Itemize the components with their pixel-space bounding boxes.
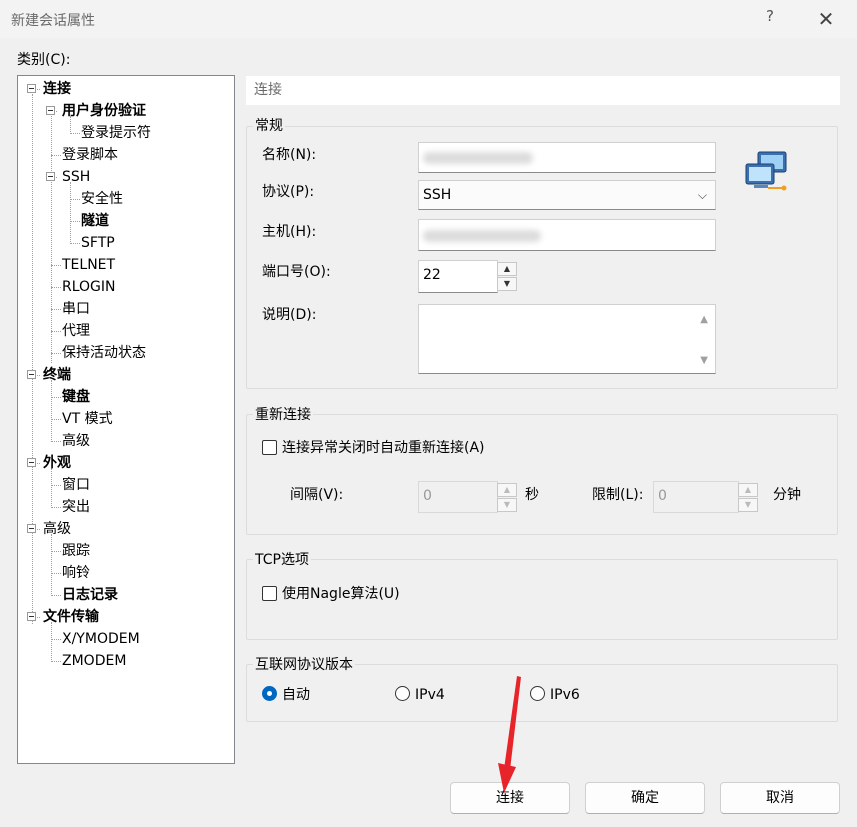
limit-label: 限制(L): xyxy=(592,487,644,503)
ok-button[interactable]: 确定 xyxy=(585,782,705,814)
spin-up-icon[interactable]: ▲ xyxy=(497,483,517,497)
spin-down-icon[interactable]: ▼ xyxy=(497,277,517,291)
scroll-up-icon[interactable]: ▲ xyxy=(700,306,708,334)
window-title: 新建会话属性 xyxy=(11,13,95,29)
tree-item-trace[interactable]: 跟踪 xyxy=(62,541,90,561)
scroll-down-icon[interactable]: ▼ xyxy=(700,347,708,375)
tree-item-bell[interactable]: 响铃 xyxy=(62,563,90,583)
radio-ipv6[interactable] xyxy=(530,686,545,701)
tree-item-window[interactable]: 窗口 xyxy=(62,475,90,495)
description-field[interactable]: ▲ ▼ xyxy=(418,304,716,374)
tree-item-telnet[interactable]: TELNET xyxy=(62,255,115,275)
collapse-icon[interactable] xyxy=(27,370,36,379)
interval-field[interactable]: 0 xyxy=(418,481,498,513)
tree-item-zmodem[interactable]: ZMODEM xyxy=(62,651,126,671)
help-button[interactable]: ? xyxy=(760,7,780,31)
close-button[interactable]: ✕ xyxy=(806,6,846,32)
cancel-button[interactable]: 取消 xyxy=(720,782,840,814)
section-header: 连接 xyxy=(246,76,840,105)
port-label: 端口号(O): xyxy=(262,264,331,280)
ipver-group-title: 互联网协议版本 xyxy=(253,656,355,674)
interval-unit: 秒 xyxy=(525,487,539,503)
spin-up-icon[interactable]: ▲ xyxy=(497,262,517,276)
collapse-icon[interactable] xyxy=(27,84,36,93)
tree-item-keyboard[interactable]: 键盘 xyxy=(62,387,90,407)
radio-auto[interactable] xyxy=(262,686,277,701)
tree-item-vt-mode[interactable]: VT 模式 xyxy=(62,409,113,429)
tree-item-xymodem[interactable]: X/YMODEM xyxy=(62,629,140,649)
tree-item-serial[interactable]: 串口 xyxy=(62,299,90,319)
tcp-group-title: TCP选项 xyxy=(253,551,311,569)
category-label: 类别(C): xyxy=(17,52,71,68)
protocol-value: SSH xyxy=(423,187,452,203)
tree-item-proxy[interactable]: 代理 xyxy=(62,321,90,341)
host-label: 主机(H): xyxy=(262,224,317,240)
redacted-text xyxy=(423,152,533,164)
radio-ipv4-label[interactable]: IPv4 xyxy=(415,686,445,704)
title-bar: 新建会话属性 ? ✕ xyxy=(0,0,857,38)
tree-item-file-transfer[interactable]: 文件传输 xyxy=(43,607,99,627)
tree-item-connection[interactable]: 连接 xyxy=(43,79,71,99)
tree-item-sftp[interactable]: SFTP xyxy=(81,233,115,253)
tree-item-keepalive[interactable]: 保持活动状态 xyxy=(62,343,146,363)
reconnect-group xyxy=(246,414,838,535)
protocol-label: 协议(P): xyxy=(262,184,315,200)
session-icon xyxy=(744,150,790,192)
radio-ipv6-label[interactable]: IPv6 xyxy=(550,686,580,704)
interval-label: 间隔(V): xyxy=(290,487,344,503)
limit-spinner[interactable]: ▲ ▼ xyxy=(738,483,758,513)
tree-item-login-script[interactable]: 登录脚本 xyxy=(62,145,118,165)
host-field[interactable] xyxy=(418,219,716,251)
nagle-checkbox[interactable] xyxy=(262,586,277,601)
spin-down-icon[interactable]: ▼ xyxy=(497,498,517,512)
desc-label: 说明(D): xyxy=(262,307,317,323)
tree-item-login-prompts[interactable]: 登录提示符 xyxy=(81,123,151,143)
annotation-arrow-icon xyxy=(498,676,521,793)
tree-item-appearance[interactable]: 外观 xyxy=(43,453,71,473)
collapse-icon[interactable] xyxy=(46,106,55,115)
tree-item-security[interactable]: 安全性 xyxy=(81,189,123,209)
chevron-down-icon: ⌵ xyxy=(697,188,707,202)
port-spinner[interactable]: ▲ ▼ xyxy=(497,262,517,292)
tree-item-terminal[interactable]: 终端 xyxy=(43,365,71,385)
collapse-icon[interactable] xyxy=(27,524,36,533)
auto-reconnect-checkbox[interactable] xyxy=(262,440,277,455)
name-label: 名称(N): xyxy=(262,147,317,163)
tree-item-terminal-advanced[interactable]: 高级 xyxy=(62,431,90,451)
limit-field[interactable]: 0 xyxy=(653,481,739,513)
radio-auto-label[interactable]: 自动 xyxy=(282,686,310,704)
tree-item-tunneling[interactable]: 隧道 xyxy=(81,211,109,231)
spin-down-icon[interactable]: ▼ xyxy=(738,498,758,512)
collapse-icon[interactable] xyxy=(46,172,55,181)
tree-item-highlight[interactable]: 突出 xyxy=(62,497,90,517)
radio-ipv4[interactable] xyxy=(395,686,410,701)
tree-item-advanced[interactable]: 高级 xyxy=(43,519,71,539)
tree-item-ssh[interactable]: SSH xyxy=(62,167,90,187)
protocol-select[interactable]: SSH ⌵ xyxy=(418,180,716,210)
reconnect-group-title: 重新连接 xyxy=(253,406,313,424)
category-tree[interactable]: 连接 用户身份验证 登录提示符 登录脚本 SSH 安全性 隧道 SFTP TEL… xyxy=(17,75,235,764)
collapse-icon[interactable] xyxy=(27,612,36,621)
tree-item-rlogin[interactable]: RLOGIN xyxy=(62,277,116,297)
name-field[interactable] xyxy=(418,142,716,173)
collapse-icon[interactable] xyxy=(27,458,36,467)
tree-item-logging[interactable]: 日志记录 xyxy=(62,585,118,605)
general-group-title: 常规 xyxy=(253,117,285,135)
spin-up-icon[interactable]: ▲ xyxy=(738,483,758,497)
tree-item-user-auth[interactable]: 用户身份验证 xyxy=(62,101,146,121)
port-field[interactable]: 22 xyxy=(418,260,498,293)
auto-reconnect-label[interactable]: 连接异常关闭时自动重新连接(A) xyxy=(282,439,485,457)
redacted-text xyxy=(423,230,541,242)
nagle-label[interactable]: 使用Nagle算法(U) xyxy=(282,585,400,603)
interval-spinner[interactable]: ▲ ▼ xyxy=(497,483,517,513)
limit-unit: 分钟 xyxy=(773,487,801,503)
